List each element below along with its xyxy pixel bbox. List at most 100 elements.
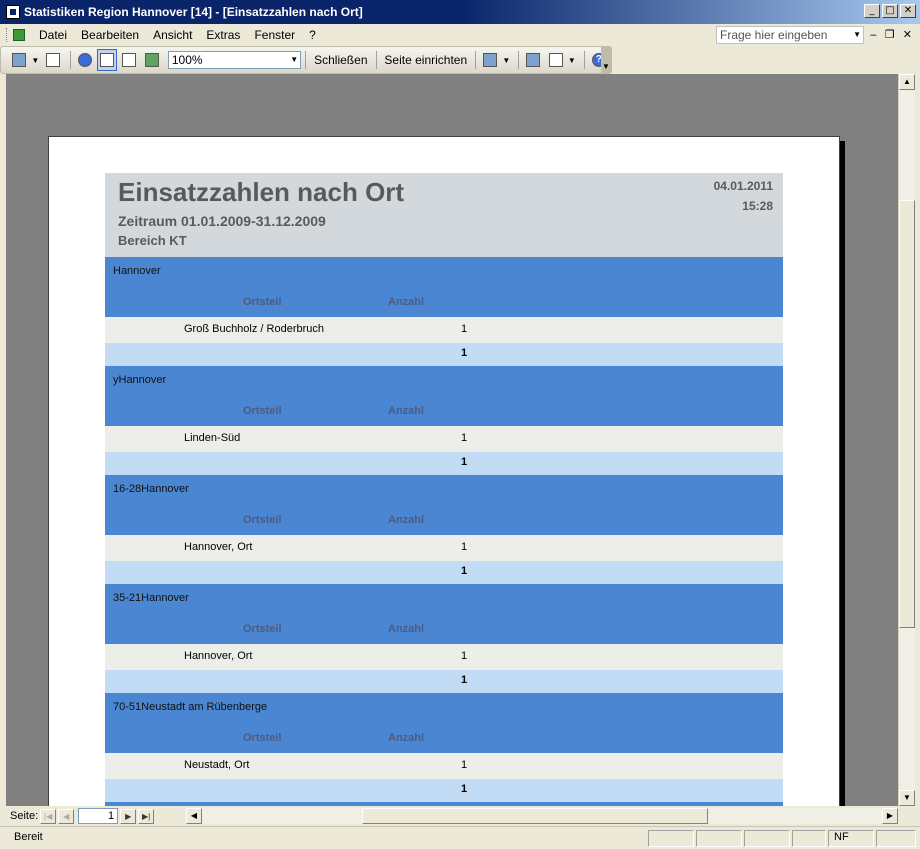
page-number-input[interactable]: 1: [78, 808, 119, 824]
new-object-icon: [548, 53, 563, 67]
menu-fenster[interactable]: Fenster: [254, 28, 295, 42]
anzahl-cell: 1: [461, 323, 468, 335]
close-button[interactable]: ✕: [900, 4, 916, 18]
group-total: 1: [461, 347, 468, 359]
group-name: 35-21Hannover: [113, 592, 189, 604]
one-page-icon: [100, 53, 115, 67]
print-button[interactable]: [43, 49, 63, 71]
chevron-down-icon[interactable]: ▼: [502, 56, 510, 65]
printer-icon: [46, 53, 61, 67]
word-icon: [483, 53, 498, 67]
report-period: Zeitraum 01.01.2009-31.12.2009: [118, 213, 326, 229]
table-row: Groß Buchholz / Roderbruch 1: [105, 317, 783, 343]
zoom-select[interactable]: 100% ▼: [167, 51, 302, 69]
scroll-up-icon[interactable]: ▲: [899, 74, 915, 90]
menu-ansicht[interactable]: Ansicht: [153, 28, 192, 42]
view-icon: [12, 53, 27, 67]
chevron-down-icon[interactable]: ▼: [853, 27, 861, 43]
minimize-button[interactable]: _: [864, 4, 880, 18]
doc-close-button[interactable]: ✕: [903, 28, 912, 41]
scroll-left-icon[interactable]: ◀: [186, 808, 202, 824]
document-icon[interactable]: [13, 29, 25, 41]
group-total-row: 1: [105, 670, 783, 693]
multiple-pages-icon: [144, 53, 159, 67]
first-page-button[interactable]: |◀: [40, 808, 57, 824]
page-setup-button[interactable]: Seite einrichten: [384, 53, 467, 67]
menu-bar: Datei Bearbeiten Ansicht Extras Fenster …: [0, 24, 920, 46]
ortsteil-cell: Groß Buchholz / Roderbruch: [184, 323, 325, 335]
table-row: Hannover, Ort 1: [105, 535, 783, 561]
database-window-icon: [526, 53, 541, 67]
group-total-row: 1: [105, 343, 783, 366]
zoom-button[interactable]: [74, 49, 94, 71]
status-panel: [648, 830, 694, 847]
scroll-right-icon[interactable]: ▶: [882, 808, 898, 824]
view-button[interactable]: [9, 49, 29, 71]
magnifier-icon: [77, 53, 92, 67]
report-title: Einsatzzahlen nach Ort: [118, 177, 405, 207]
group-header: 70-51Neustadt am Rübenberge Ortsteil Anz…: [105, 693, 783, 753]
one-page-button[interactable]: [96, 49, 118, 71]
toolbar-separator: [475, 51, 477, 69]
next-page-button[interactable]: ▶: [120, 808, 137, 824]
preview-workspace: Einsatzzahlen nach Ort Zeitraum 01.01.20…: [6, 74, 898, 806]
menu-extras[interactable]: Extras: [206, 28, 240, 42]
ortsteil-cell: Hannover, Ort: [184, 541, 253, 553]
anzahl-cell: 1: [461, 541, 468, 553]
toolbar-separator: [518, 51, 520, 69]
group-total-row: 1: [105, 561, 783, 584]
menu-datei[interactable]: Datei: [39, 28, 67, 42]
report-header: Einsatzzahlen nach Ort Zeitraum 01.01.20…: [105, 173, 783, 257]
vertical-scroll-thumb[interactable]: [899, 200, 915, 628]
multiple-pages-button[interactable]: [142, 49, 162, 71]
column-header-ortsteil: Ortsteil: [243, 732, 282, 744]
page-label: Seite:: [10, 810, 39, 822]
anzahl-cell: 1: [461, 432, 468, 444]
anzahl-cell: 1: [461, 759, 468, 771]
report-page: Einsatzzahlen nach Ort Zeitraum 01.01.20…: [48, 136, 840, 806]
menu-grip[interactable]: [6, 28, 9, 42]
previous-page-button[interactable]: ◀: [58, 808, 75, 824]
anzahl-cell: 1: [461, 650, 468, 662]
doc-minimize-button[interactable]: ‒: [870, 28, 877, 41]
scroll-down-icon[interactable]: ▼: [899, 790, 915, 806]
group-total: 1: [461, 456, 468, 468]
status-panel: [744, 830, 790, 847]
horizontal-scroll-thumb[interactable]: [362, 808, 708, 824]
help-search-input[interactable]: Frage hier eingeben ▼: [716, 26, 864, 44]
title-bar: Statistiken Region Hannover [14] - [Eins…: [0, 0, 920, 24]
ortsteil-cell: Neustadt, Ort: [184, 759, 250, 771]
column-header-anzahl: Anzahl: [388, 732, 425, 744]
two-pages-button[interactable]: [119, 49, 139, 71]
app-icon[interactable]: [6, 5, 20, 19]
toolbar-options-icon[interactable]: ▼: [601, 47, 611, 73]
toolbar-separator: [69, 51, 71, 69]
chevron-down-icon[interactable]: ▼: [31, 56, 39, 65]
status-text: Bereit: [14, 831, 43, 843]
doc-restore-button[interactable]: ❐: [885, 28, 895, 41]
toolbar-separator: [583, 51, 585, 69]
record-navigation-bar: Seite: |◀ ◀ 1 ▶ ▶| ◀ ▶: [0, 806, 920, 826]
column-header-anzahl: Anzahl: [388, 405, 425, 417]
report-groups: Hannover Ortsteil Anzahl Groß Buchholz /…: [105, 257, 783, 806]
vertical-scrollbar[interactable]: ▲ ▼: [898, 74, 915, 806]
status-panel: [792, 830, 826, 847]
close-preview-button[interactable]: Schließen: [314, 53, 367, 67]
database-window-button[interactable]: [523, 49, 543, 71]
table-row: Linden-Süd 1: [105, 426, 783, 452]
status-bar: Bereit NF: [0, 826, 920, 849]
last-page-button[interactable]: ▶|: [138, 808, 155, 824]
maximize-button[interactable]: □: [882, 4, 898, 18]
group-name: 70-51Neustadt am Rübenberge: [113, 701, 268, 713]
help-search-placeholder: Frage hier eingeben: [720, 28, 828, 42]
menu-bearbeiten[interactable]: Bearbeiten: [81, 28, 139, 42]
menu-help[interactable]: ?: [309, 28, 316, 42]
export-word-button[interactable]: [480, 49, 500, 71]
new-object-button[interactable]: [546, 49, 566, 71]
column-header-ortsteil: Ortsteil: [243, 296, 282, 308]
group-header: 16-28Hannover Ortsteil Anzahl: [105, 475, 783, 535]
chevron-down-icon[interactable]: ▼: [290, 52, 298, 68]
horizontal-scrollbar[interactable]: ◀ ▶: [186, 808, 898, 824]
column-header-ortsteil: Ortsteil: [243, 405, 282, 417]
chevron-down-icon[interactable]: ▼: [568, 56, 576, 65]
